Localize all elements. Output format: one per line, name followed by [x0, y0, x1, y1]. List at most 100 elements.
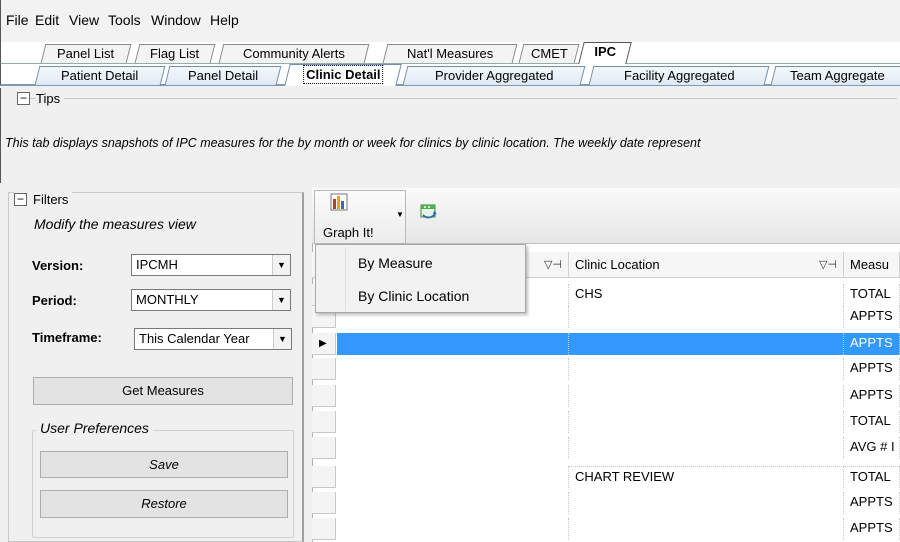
table-row[interactable]: AVG # I: [312, 437, 900, 459]
period-value: MONTHLY: [136, 292, 199, 307]
tips-panel: − Tips This tab displays snapshots of IP…: [0, 88, 900, 183]
menu-tools[interactable]: Tools: [108, 12, 141, 28]
table-cell: [337, 466, 569, 488]
table-cell: [337, 518, 569, 540]
tab-ipc[interactable]: IPC: [578, 42, 632, 64]
menu-item-by-measure[interactable]: By Measure: [358, 255, 433, 271]
tab-cmet[interactable]: CMET: [518, 44, 580, 63]
timeframe-value: This Calendar Year: [139, 331, 250, 346]
filters-collapse-button[interactable]: −: [14, 193, 27, 206]
tab-panel-detail[interactable]: Panel Detail: [164, 66, 282, 85]
chevron-down-icon[interactable]: ▼: [273, 329, 291, 349]
chevron-down-icon[interactable]: ▼: [272, 290, 290, 310]
table-cell: [337, 437, 569, 459]
menu-file[interactable]: File: [6, 12, 29, 28]
clinic-location-cell: [569, 385, 844, 407]
row-selector[interactable]: [312, 518, 336, 540]
tab-natl-measures[interactable]: Nat'l Measures: [382, 44, 518, 63]
column-header-clinic-location[interactable]: Clinic Location ▽⊣: [569, 252, 844, 278]
clinic-location-cell: [569, 306, 844, 328]
tab-panel-list[interactable]: Panel List: [40, 44, 132, 63]
clinic-location-cell: [569, 333, 844, 355]
table-cell: [337, 358, 569, 380]
table-row[interactable]: APPTS: [312, 518, 900, 540]
tips-title: Tips: [36, 91, 65, 106]
table-row-selected[interactable]: ▶ APPTS: [312, 333, 900, 355]
clinic-location-cell: CHS: [569, 284, 844, 306]
timeframe-label: Timeframe:: [32, 330, 102, 345]
chevron-down-icon[interactable]: ▼: [272, 255, 290, 275]
save-button[interactable]: Save: [40, 451, 288, 478]
clinic-location-cell: [569, 437, 844, 459]
measure-cell: APPTS: [844, 358, 900, 380]
table-cell: [337, 385, 569, 407]
graph-dropdown-arrow-icon[interactable]: ▼: [396, 210, 404, 219]
menu-bar: File Edit View Tools Window Help: [0, 0, 900, 42]
row-selector[interactable]: [312, 492, 336, 514]
period-label: Period:: [32, 293, 77, 308]
user-preferences-group: [32, 430, 294, 538]
period-select[interactable]: MONTHLY ▼: [131, 289, 291, 311]
table-row[interactable]: APPTS: [312, 358, 900, 380]
table-row[interactable]: TOTAL: [312, 411, 900, 433]
row-selector[interactable]: [312, 466, 336, 488]
menu-item-by-clinic-location[interactable]: By Clinic Location: [358, 288, 469, 304]
clinic-location-cell: [569, 492, 844, 514]
filter-pin-icon[interactable]: ▽⊣: [819, 252, 837, 278]
version-label: Version:: [32, 258, 84, 273]
table-cell: [337, 492, 569, 514]
measure-cell: AVG # I: [844, 437, 900, 459]
sub-tab-strip: Patient Detail Panel Detail Clinic Detai…: [0, 64, 900, 86]
calendar-refresh-icon[interactable]: [419, 203, 439, 223]
measure-cell: TOTAL: [844, 466, 900, 488]
tab-team-aggregate[interactable]: Team Aggregate: [770, 66, 900, 85]
row-selector[interactable]: [312, 385, 336, 407]
get-measures-button[interactable]: Get Measures: [33, 377, 293, 405]
table-cell: [337, 411, 569, 433]
tips-header: − Tips: [17, 91, 65, 106]
clinic-location-cell: CHART REVIEW: [569, 466, 844, 488]
measure-cell: APPTS: [844, 518, 900, 540]
measure-cell: APPTS: [844, 492, 900, 514]
row-selector[interactable]: [312, 411, 336, 433]
row-selector[interactable]: ▶: [312, 333, 336, 355]
menu-edit[interactable]: Edit: [35, 12, 59, 28]
clinic-location-cell: [569, 518, 844, 540]
measure-cell: TOTAL: [844, 411, 900, 433]
tab-provider-aggregated[interactable]: Provider Aggregated: [402, 66, 586, 85]
graph-it-button[interactable]: Graph It!: [314, 190, 406, 244]
graph-it-label: Graph It!: [323, 225, 374, 240]
bar-chart-icon: [330, 193, 348, 211]
tab-flag-list[interactable]: Flag List: [134, 44, 216, 63]
tips-text: This tab displays snapshots of IPC measu…: [5, 136, 701, 150]
menu-help[interactable]: Help: [210, 12, 239, 28]
table-row[interactable]: CHART REVIEW TOTAL: [312, 466, 900, 488]
menu-window[interactable]: Window: [151, 12, 201, 28]
tab-community-alerts[interactable]: Community Alerts: [218, 44, 370, 63]
filter-pin-icon[interactable]: ▽⊣: [544, 252, 562, 278]
user-preferences-title: User Preferences: [36, 420, 153, 436]
filters-title: Filters: [33, 192, 69, 207]
menu-view[interactable]: View: [69, 12, 99, 28]
filters-subtitle: Modify the measures view: [34, 216, 196, 232]
measure-cell: APPTS: [844, 333, 900, 355]
tab-patient-detail[interactable]: Patient Detail: [34, 66, 166, 85]
tab-facility-aggregated[interactable]: Facility Aggregated: [588, 66, 770, 85]
measure-cell: TOTAL: [844, 284, 900, 306]
version-value: IPCMH: [136, 257, 178, 272]
timeframe-select[interactable]: This Calendar Year ▼: [134, 328, 292, 350]
table-row[interactable]: APPTS: [312, 492, 900, 514]
menu-icon-gutter: [345, 247, 346, 311]
row-selector[interactable]: [312, 437, 336, 459]
table-row[interactable]: APPTS: [312, 385, 900, 407]
version-select[interactable]: IPCMH ▼: [131, 254, 291, 276]
tab-clinic-detail[interactable]: Clinic Detail: [284, 64, 402, 86]
top-tab-strip: Panel List Flag List Community Alerts Na…: [0, 42, 900, 64]
table-cell: [337, 333, 569, 355]
row-selector[interactable]: [312, 358, 336, 380]
clinic-location-cell: [569, 358, 844, 380]
graph-dropdown-menu: By Measure By Clinic Location: [315, 244, 526, 313]
tips-collapse-button[interactable]: −: [17, 92, 30, 105]
column-header-measure[interactable]: Measu: [844, 252, 900, 278]
restore-button[interactable]: Restore: [40, 490, 288, 518]
